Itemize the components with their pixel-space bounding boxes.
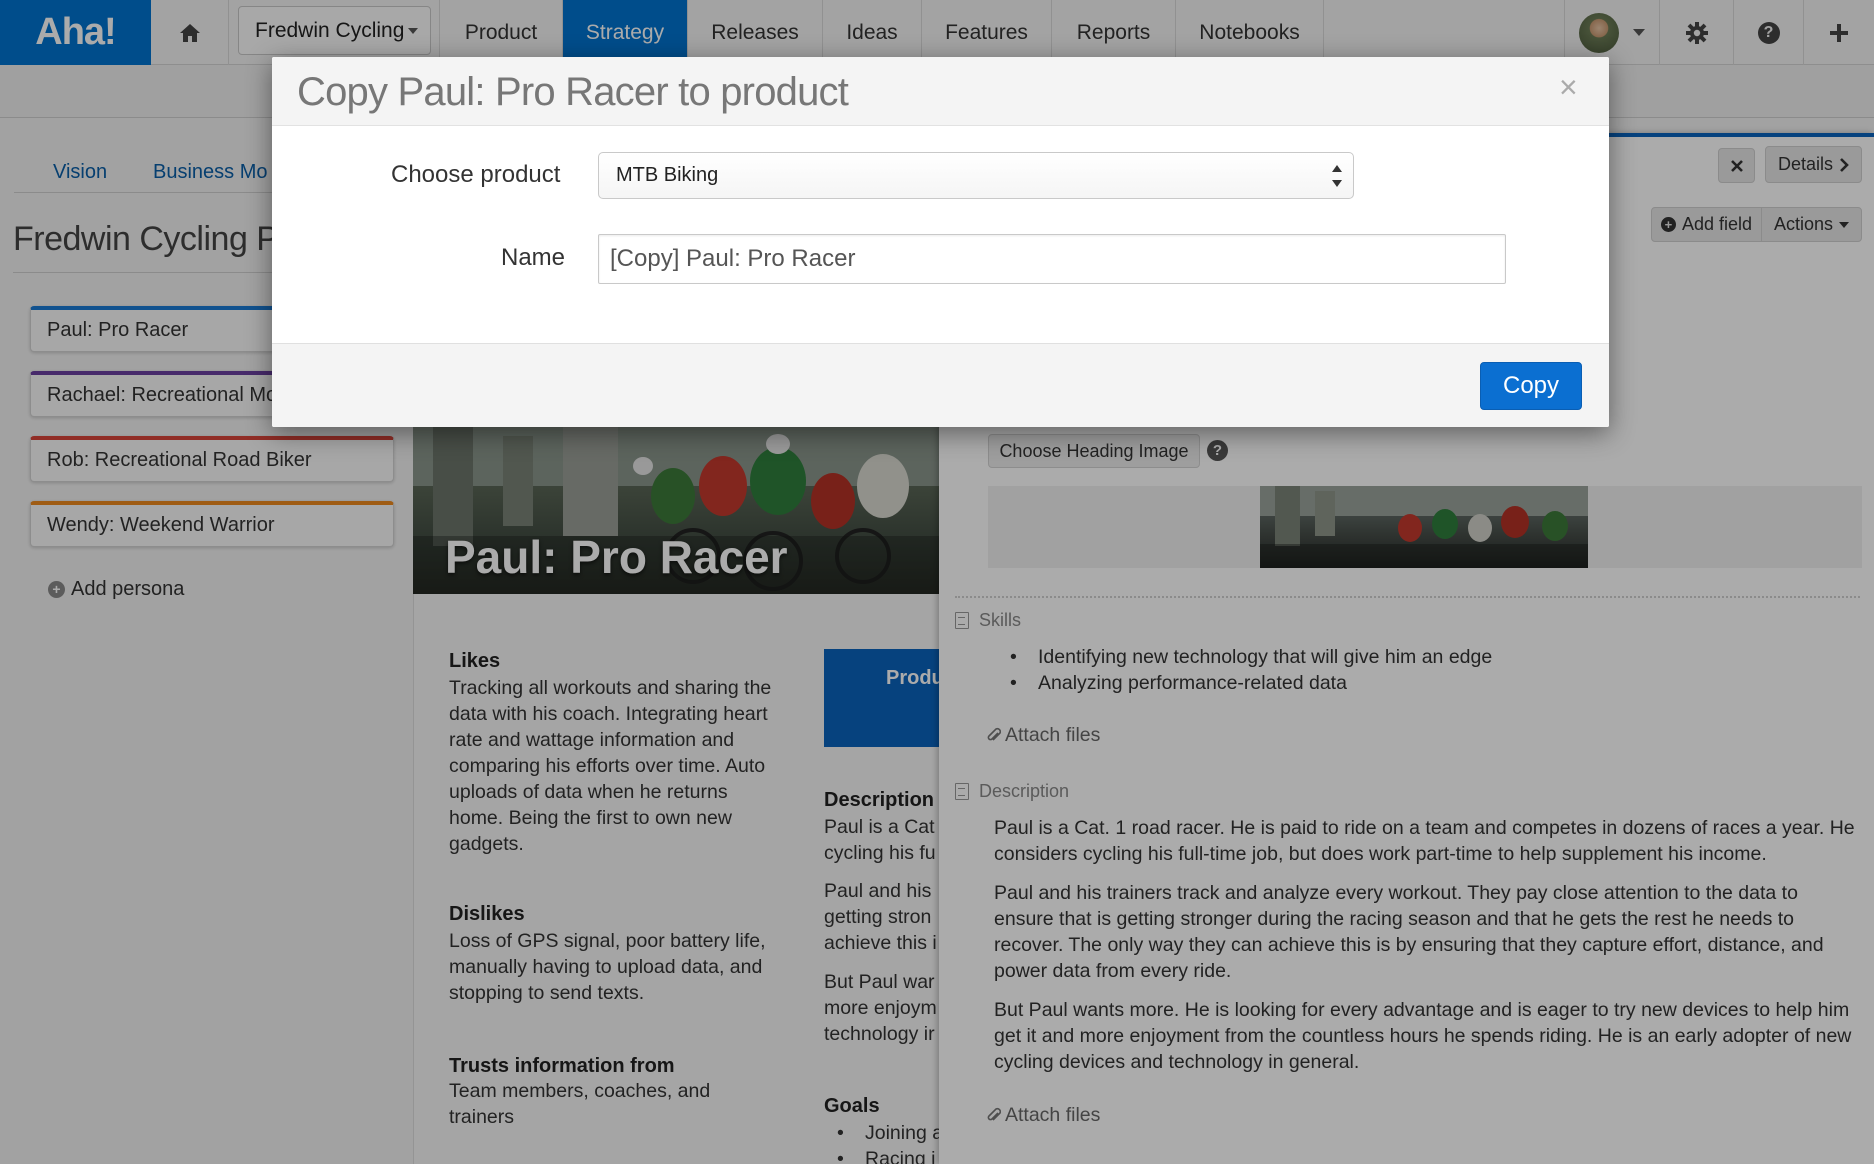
close-icon[interactable]: × xyxy=(1559,71,1578,103)
copy-button[interactable]: Copy xyxy=(1480,362,1582,410)
product-select-value: MTB Biking xyxy=(616,164,719,186)
choose-product-label: Choose product xyxy=(391,161,561,188)
dialog-title: Copy Paul: Pro Racer to product xyxy=(297,70,849,114)
dialog-footer: Copy xyxy=(272,343,1609,427)
name-input[interactable] xyxy=(598,234,1506,284)
select-arrows-icon xyxy=(1332,165,1342,187)
dialog-header: Copy Paul: Pro Racer to product × xyxy=(272,57,1609,126)
copy-to-product-dialog: Copy Paul: Pro Racer to product × Choose… xyxy=(272,57,1609,427)
product-select[interactable]: MTB Biking xyxy=(598,152,1354,199)
name-label: Name xyxy=(501,244,566,271)
